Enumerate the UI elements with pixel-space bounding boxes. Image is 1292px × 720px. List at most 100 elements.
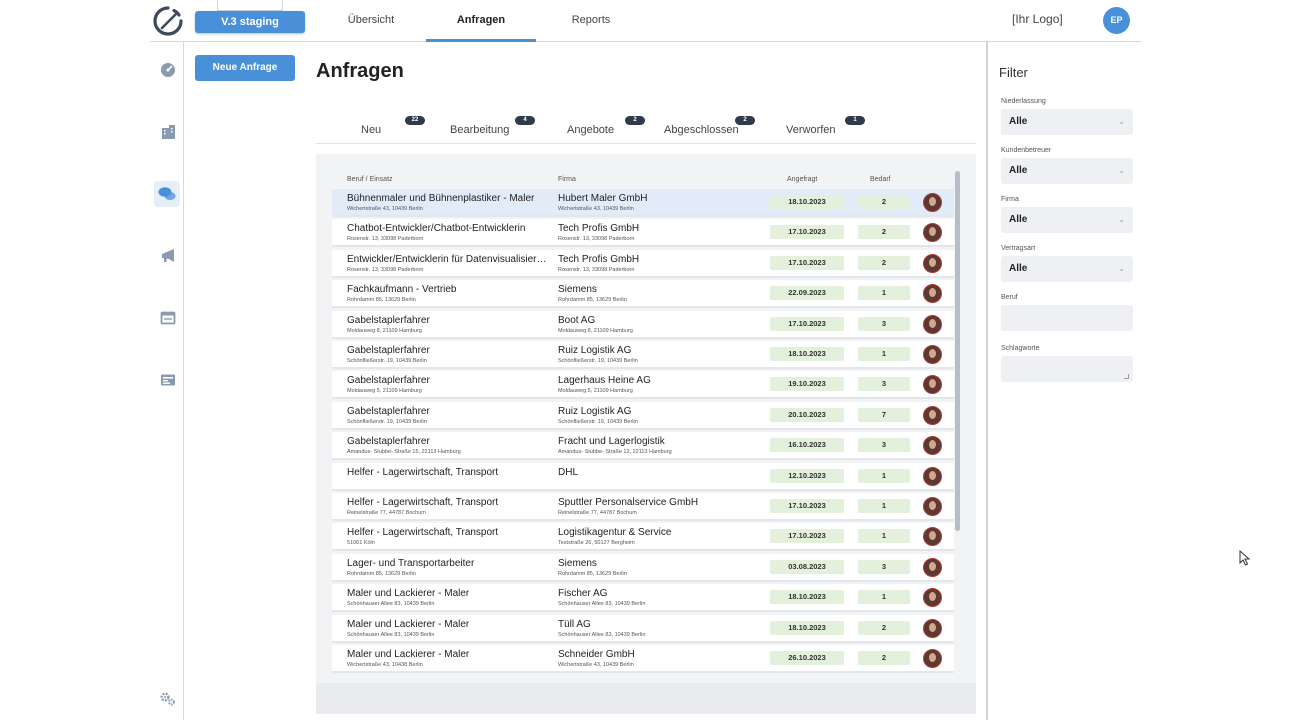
assignee-avatar[interactable] [923, 527, 942, 547]
company-name: Logistikagentur & Service [558, 527, 672, 539]
assignee-avatar[interactable] [923, 405, 942, 425]
filter-label-contract-type: Vertragsart [1001, 245, 1036, 252]
job-title: Helfer - Lagerwirtschaft, Transport [347, 527, 499, 539]
column-header-requested[interactable]: Angefragt [787, 176, 817, 183]
table-row[interactable]: Maler und Lackierer - Maler Schönhauser A… [332, 614, 954, 643]
job-cell: Lager- und Transportarbeiter Rohrdamm 85,… [347, 557, 547, 579]
table-scrollbar[interactable] [955, 171, 960, 531]
select-value: Alle [1009, 165, 1028, 176]
count-badge: 2 [735, 116, 755, 125]
table-row[interactable]: Gabelstaplerfahrer Amandus- Stubbe- Straß… [332, 432, 954, 461]
assignee-avatar[interactable] [923, 375, 942, 395]
company-cell: Sputtler Personalservice GmbH Reinelstraß… [558, 496, 763, 518]
assignee-avatar[interactable] [923, 557, 942, 577]
column-header-job[interactable]: Beruf / Einsatz [347, 176, 393, 183]
table-row[interactable]: Entwickler/Entwicklerin für Datenvisuali… [332, 249, 954, 278]
keywords-textarea[interactable] [1001, 356, 1133, 382]
need-count-badge: 3 [858, 377, 910, 392]
company-address: Rosenstr. 13, 33098 Paderborn [558, 236, 635, 243]
branch-select[interactable]: Alle ⌄ [1001, 109, 1133, 135]
job-input[interactable] [1001, 305, 1133, 331]
assignee-avatar[interactable] [923, 193, 942, 212]
tab-label: Neu [361, 124, 382, 136]
assignee-avatar[interactable] [923, 345, 942, 364]
assignee-avatar[interactable] [923, 223, 942, 243]
job-cell: Maler und Lackierer - Maler Schönhauser A… [347, 618, 547, 640]
tab-neu[interactable]: Neu 22 [330, 115, 430, 143]
table-row[interactable]: Maler und Lackierer - Maler Wichertstraße… [332, 645, 954, 673]
column-header-need[interactable]: Bedarf [870, 176, 891, 183]
settings-icon[interactable] [157, 688, 179, 710]
chat-icon[interactable] [154, 181, 180, 207]
requested-date-badge: 19.10.2023 [770, 377, 844, 392]
select-value: Alle [1009, 116, 1028, 127]
buildings-icon[interactable] [157, 121, 179, 143]
tab-uebersicht[interactable]: Übersicht [316, 0, 426, 42]
company-address: Teststraße 26, 50127 Bergheim [558, 540, 635, 547]
table-row[interactable]: Fachkaufmann - Vertrieb Rohrdamm 85, 1362… [332, 280, 954, 309]
need-count-badge: 7 [858, 407, 910, 422]
requested-date-badge: 22.09.2023 [770, 286, 844, 301]
company-name: DHL [558, 466, 579, 478]
tab-verworfen[interactable]: Verworfen 1 [770, 115, 870, 143]
company-cell: Ruiz Logistik AG Schönfließerstr. 19, 104… [558, 344, 763, 366]
table-row[interactable]: Gabelstaplerfahrer Moldauweg 8, 21109 Ham… [332, 310, 954, 339]
job-address: Wichertstraße 43, 10438 Berlin [347, 662, 423, 668]
company-name: Fischer AG [558, 588, 608, 600]
assignee-avatar[interactable] [923, 466, 942, 486]
new-request-button[interactable]: Neue Anfrage [195, 55, 295, 81]
need-count-badge: 3 [858, 438, 910, 453]
job-title: Entwickler/Entwicklerin für Datenvisuali… [347, 253, 547, 265]
table-row[interactable]: Maler und Lackierer - Maler Schönhauser A… [332, 584, 954, 613]
job-cell: Entwickler/Entwicklerin für Datenvisuali… [347, 253, 547, 275]
table-row[interactable]: Gabelstaplerfahrer Schönfließerstr. 19, 1… [332, 341, 954, 369]
id-card-icon[interactable] [157, 369, 179, 391]
tab-angebote[interactable]: Angebote 2 [550, 115, 650, 143]
table-row[interactable]: Helfer - Lagerwirtschaft, Transport DHL 12… [332, 462, 954, 491]
contract-type-select[interactable]: Alle ⌄ [1001, 256, 1133, 282]
page-title: Anfragen [316, 60, 404, 82]
assignee-avatar[interactable] [923, 618, 942, 638]
dashboard-icon[interactable] [157, 59, 179, 81]
table-row[interactable]: Gabelstaplerfahrer Schönfließerstr. 19, 1… [332, 401, 954, 430]
assignee-avatar[interactable] [923, 588, 942, 608]
assignee-avatar[interactable] [923, 253, 942, 273]
tab-bearbeitung[interactable]: Bearbeitung 4 [440, 115, 540, 143]
assignee-avatar[interactable] [923, 314, 942, 334]
table-row[interactable]: Lager- und Transportarbeiter Rohrdamm 85,… [332, 553, 954, 582]
table-row[interactable]: Bühnenmaler und Bühnenplastiker - Maler W… [332, 189, 954, 217]
job-cell: Gabelstaplerfahrer Moldauweg 8, 21109 Ham… [347, 314, 547, 336]
tab-anfragen[interactable]: Anfragen [426, 0, 536, 42]
company-name: Fracht und Lagerlogistik [558, 436, 665, 448]
requested-date-badge: 17.10.2023 [770, 316, 844, 331]
assignee-avatar[interactable] [923, 649, 942, 668]
job-title: Fachkaufmann - Vertrieb [347, 284, 457, 296]
table-footer [316, 683, 976, 714]
environment-badge[interactable]: V.3 staging [195, 11, 305, 33]
window-icon[interactable] [157, 307, 179, 329]
resize-grip-icon[interactable] [1124, 374, 1129, 379]
assignee-avatar[interactable] [923, 284, 942, 304]
company-name: Tech Profis GmbH [558, 253, 640, 265]
table-row[interactable]: Gabelstaplerfahrer Moldauweg 5, 21109 Ham… [332, 371, 954, 400]
job-address: Moldauweg 8, 21109 Hamburg [347, 327, 422, 334]
table-row[interactable]: Helfer - Lagerwirtschaft, Transport Reine… [332, 493, 954, 521]
requested-date-badge: 18.10.2023 [770, 590, 844, 605]
account-manager-select[interactable]: Alle ⌄ [1001, 158, 1133, 184]
job-title: Lager- und Transportarbeiter [347, 557, 475, 569]
company-select[interactable]: Alle ⌄ [1001, 207, 1133, 233]
tab-label: Verworfen [786, 124, 836, 136]
table-row[interactable]: Chatbot-Entwickler/Chatbot-Entwicklerin R… [332, 219, 954, 248]
user-avatar[interactable]: EP [1103, 7, 1130, 34]
megaphone-icon[interactable] [157, 245, 179, 267]
assignee-avatar[interactable] [923, 436, 942, 456]
app-logo-icon[interactable] [152, 5, 184, 37]
company-name: Tüll AG [558, 618, 591, 630]
tab-reports[interactable]: Reports [536, 0, 646, 42]
column-header-company[interactable]: Firma [558, 176, 576, 183]
assignee-avatar[interactable] [923, 497, 942, 516]
table-row[interactable]: Helfer - Lagerwirtschaft, Transport 51061… [332, 523, 954, 552]
job-cell: Gabelstaplerfahrer Schönfließerstr. 19, 1… [347, 344, 547, 366]
job-address: Schönfließerstr. 19, 10439 Berlin [347, 358, 427, 364]
tab-abgeschlossen[interactable]: Abgeschlossen 2 [660, 115, 760, 143]
